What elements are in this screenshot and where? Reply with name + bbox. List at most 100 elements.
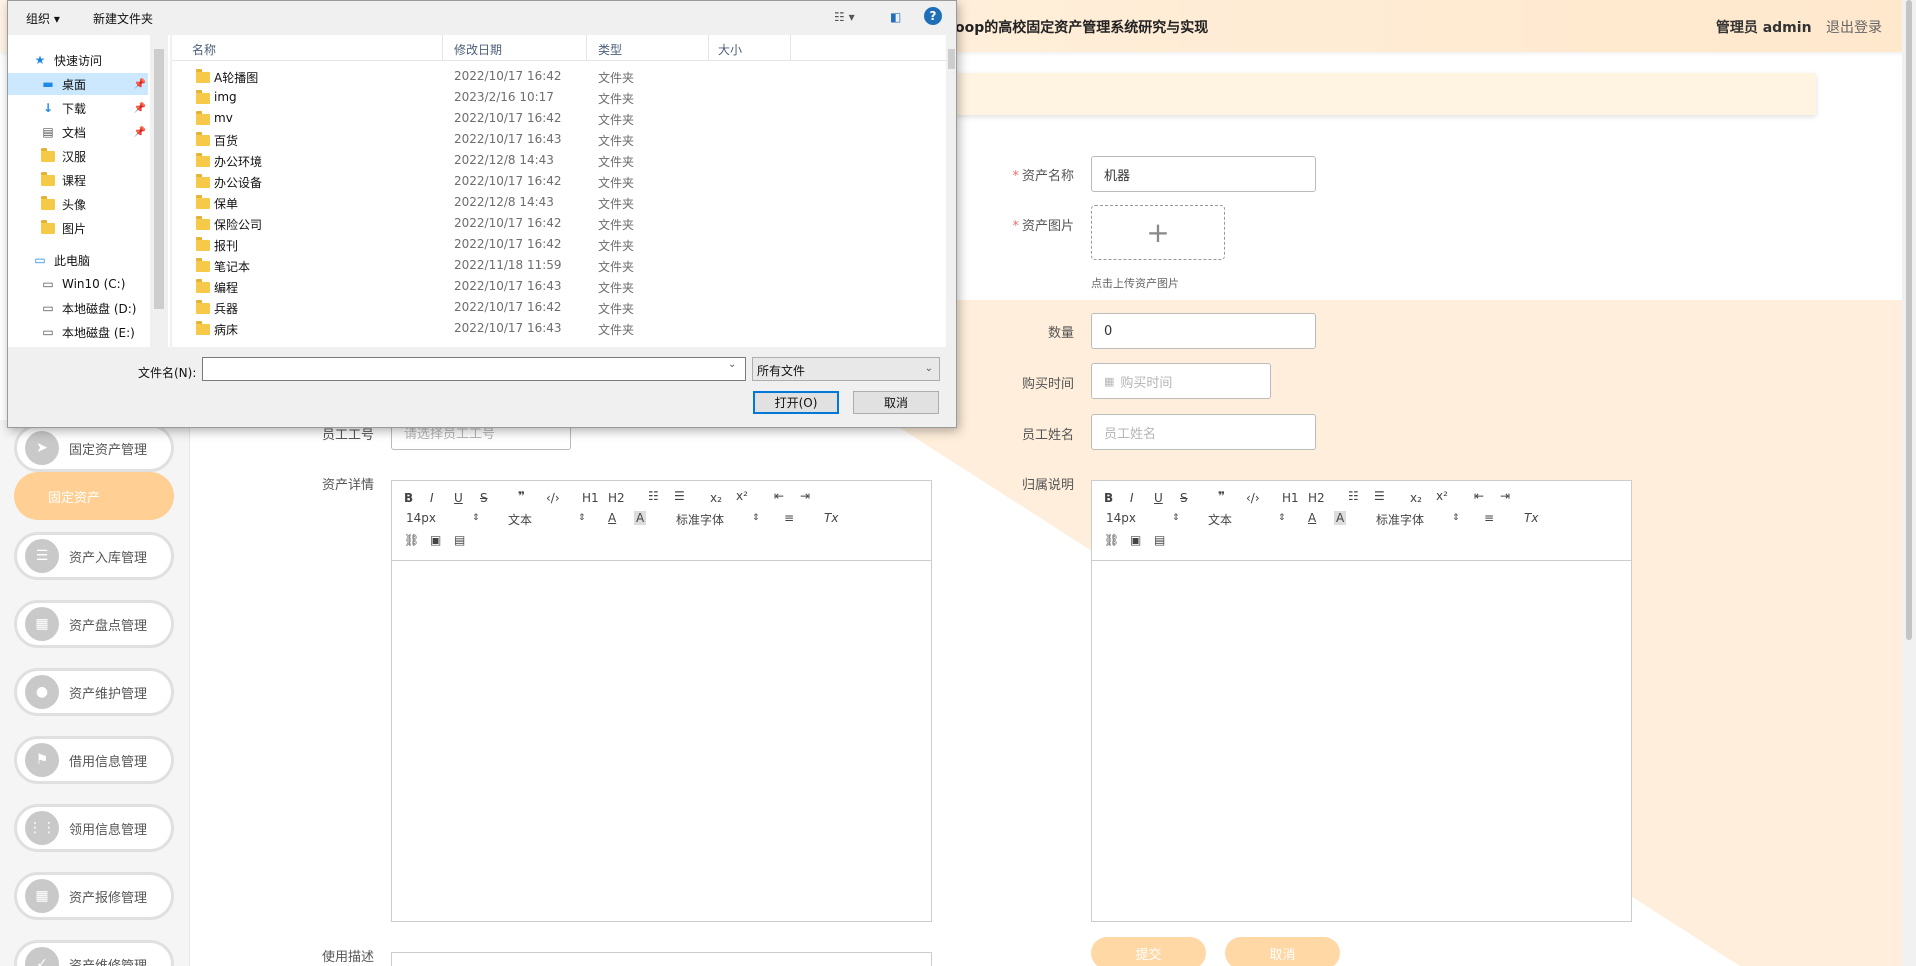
dialog-cancel-button[interactable]: 取消: [853, 391, 939, 414]
ordered-list-icon[interactable]: ☷: [648, 489, 659, 503]
file-row[interactable]: 保单 2022/12/8 14:43 文件夹: [172, 192, 772, 213]
cancel-button[interactable]: 取消: [1225, 937, 1340, 966]
col-size[interactable]: 大小: [718, 41, 742, 58]
file-row[interactable]: 办公设备 2022/10/17 16:42 文件夹: [172, 171, 772, 192]
link-icon[interactable]: ⛓: [1104, 533, 1119, 547]
image-icon[interactable]: ▣: [1130, 533, 1141, 547]
sidebar-item-receive[interactable]: ⋮⋮ 领用信息管理: [14, 804, 174, 852]
bullet-list-icon[interactable]: ☰: [1374, 489, 1385, 503]
bold-icon[interactable]: B: [404, 491, 413, 505]
sidebar-subitem-assets[interactable]: 固定资产: [14, 472, 174, 520]
ownership-editor[interactable]: B I U S ❞ ‹/› H1 H2 ☷ ☰ x₂ x² ⇤ ⇥ 14px ⇕…: [1091, 480, 1632, 922]
usage-editor[interactable]: [391, 952, 932, 966]
sidebar-item-report-repair[interactable]: ▦ 资产报修管理: [14, 872, 174, 920]
text-color-icon[interactable]: A: [1308, 511, 1316, 525]
help-icon[interactable]: ?: [924, 7, 942, 25]
nav-folder-course[interactable]: 课程: [8, 169, 148, 191]
view-options-icon[interactable]: ☷ ▾: [834, 10, 855, 24]
image-upload-button[interactable]: +: [1091, 205, 1225, 260]
new-folder-button[interactable]: 新建文件夹: [93, 10, 153, 27]
outdent-icon[interactable]: ⇤: [1474, 489, 1484, 503]
sidebar-item-inventory[interactable]: ▦ 资产盘点管理: [14, 600, 174, 648]
code-icon[interactable]: ‹/›: [1246, 491, 1260, 505]
italic-icon[interactable]: I: [1130, 491, 1134, 505]
h1-button[interactable]: H1: [582, 491, 599, 505]
open-button[interactable]: 打开(O): [753, 391, 839, 414]
font-size-select[interactable]: 14px: [406, 511, 436, 525]
file-row[interactable]: A轮播图 2022/10/17 16:42 文件夹: [172, 66, 772, 87]
sidebar-item-borrow[interactable]: ⚑ 借用信息管理: [14, 736, 174, 784]
page-scrollbar[interactable]: [1902, 0, 1916, 966]
organize-button[interactable]: 组织 ▾: [26, 10, 60, 27]
bold-icon[interactable]: B: [1104, 491, 1113, 505]
video-icon[interactable]: ▤: [1154, 533, 1165, 547]
quote-icon[interactable]: ❞: [1218, 489, 1225, 503]
file-row[interactable]: 办公环境 2022/12/8 14:43 文件夹: [172, 150, 772, 171]
sidebar-item-repair[interactable]: ✓ 资产维修管理: [14, 940, 174, 966]
nav-downloads[interactable]: ↓ 下载 📌: [8, 97, 148, 119]
logout-link[interactable]: 退出登录: [1826, 20, 1882, 36]
clear-format-icon[interactable]: Tx: [824, 511, 838, 525]
submit-button[interactable]: 提交: [1091, 937, 1206, 966]
indent-icon[interactable]: ⇥: [1500, 489, 1510, 503]
align-icon[interactable]: ≡: [784, 511, 794, 525]
filename-input[interactable]: [202, 357, 746, 381]
nav-folder-avatar[interactable]: 头像: [8, 193, 148, 215]
video-icon[interactable]: ▤: [454, 533, 465, 547]
bg-color-icon[interactable]: A: [1334, 511, 1347, 525]
indent-icon[interactable]: ⇥: [800, 489, 810, 503]
file-row[interactable]: mv 2022/10/17 16:42 文件夹: [172, 108, 772, 129]
h1-button[interactable]: H1: [1282, 491, 1299, 505]
superscript-button[interactable]: x²: [736, 489, 748, 503]
purchase-time-picker[interactable]: ▦ 购买时间: [1091, 363, 1271, 399]
code-icon[interactable]: ‹/›: [546, 491, 560, 505]
nav-scrollbar[interactable]: [150, 35, 168, 347]
quote-icon[interactable]: ❞: [518, 489, 525, 503]
font-size-select[interactable]: 14px: [1106, 511, 1136, 525]
superscript-button[interactable]: x²: [1436, 489, 1448, 503]
quantity-input[interactable]: 0: [1091, 313, 1316, 349]
image-icon[interactable]: ▣: [430, 533, 441, 547]
font-family-select[interactable]: 标准字体: [676, 511, 724, 528]
bullet-list-icon[interactable]: ☰: [674, 489, 685, 503]
col-name[interactable]: 名称: [192, 41, 216, 58]
nav-drive-c[interactable]: ▭ Win10 (C:): [8, 273, 148, 295]
nav-drive-e[interactable]: ▭ 本地磁盘 (E:): [8, 321, 148, 343]
outdent-icon[interactable]: ⇤: [774, 489, 784, 503]
detail-editor[interactable]: B I U S ❞ ‹/› H1 H2 ☷ ☰ x₂ x² ⇤ ⇥ 14px ⇕…: [391, 480, 932, 922]
header-select[interactable]: 文本: [1208, 511, 1232, 528]
ordered-list-icon[interactable]: ☷: [1348, 489, 1359, 503]
subscript-button[interactable]: x₂: [710, 491, 722, 505]
asset-name-input[interactable]: 机器: [1091, 156, 1316, 192]
file-row[interactable]: 百货 2022/10/17 16:43 文件夹: [172, 129, 772, 150]
text-color-icon[interactable]: A: [608, 511, 616, 525]
strike-icon[interactable]: S: [480, 491, 488, 505]
staff-name-input[interactable]: 员工姓名: [1091, 414, 1316, 450]
header-select[interactable]: 文本: [508, 511, 532, 528]
nav-folder-hanfu[interactable]: 汉服: [8, 145, 148, 167]
italic-icon[interactable]: I: [430, 491, 434, 505]
file-row[interactable]: 编程 2022/10/17 16:43 文件夹: [172, 276, 772, 297]
h2-button[interactable]: H2: [1308, 491, 1325, 505]
align-icon[interactable]: ≡: [1484, 511, 1494, 525]
sidebar-item-maintenance[interactable]: ● 资产维护管理: [14, 668, 174, 716]
h2-button[interactable]: H2: [608, 491, 625, 505]
bg-color-icon[interactable]: A: [634, 511, 647, 525]
subscript-button[interactable]: x₂: [1410, 491, 1422, 505]
file-list-scrollbar[interactable]: [946, 35, 956, 347]
filetype-select[interactable]: 所有文件 ⌄: [752, 357, 940, 381]
sidebar-item-asset-mgmt[interactable]: ➤ 固定资产管理: [14, 424, 174, 472]
preview-pane-icon[interactable]: ◧: [890, 10, 901, 24]
nav-desktop[interactable]: ▬ 桌面 📌: [8, 73, 148, 95]
file-row[interactable]: 保险公司 2022/10/17 16:42 文件夹: [172, 213, 772, 234]
nav-drive-d[interactable]: ▭ 本地磁盘 (D:): [8, 297, 148, 319]
font-family-select[interactable]: 标准字体: [1376, 511, 1424, 528]
underline-icon[interactable]: U: [454, 491, 463, 505]
nav-folder-pictures[interactable]: 图片: [8, 217, 148, 239]
col-type[interactable]: 类型: [598, 41, 622, 58]
strike-icon[interactable]: S: [1180, 491, 1188, 505]
link-icon[interactable]: ⛓: [404, 533, 419, 547]
file-row[interactable]: img 2023/2/16 10:17 文件夹: [172, 87, 772, 108]
file-row[interactable]: 兵器 2022/10/17 16:42 文件夹: [172, 297, 772, 318]
underline-icon[interactable]: U: [1154, 491, 1163, 505]
